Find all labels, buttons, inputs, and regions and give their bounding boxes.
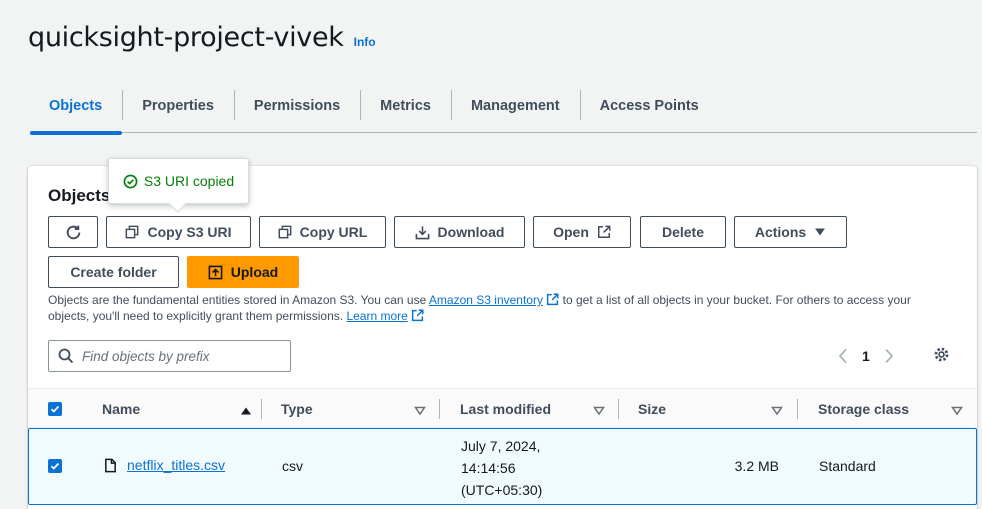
objects-panel: Objects S3 URI copied Copy S3 URI Copy U… — [28, 158, 977, 509]
open-label: Open — [553, 224, 589, 240]
file-icon — [104, 458, 117, 473]
copy-url-label: Copy URL — [299, 224, 368, 240]
last-modified-cell: July 7, 2024, 14:14:56 (UTC+05:30) — [461, 438, 543, 498]
name-cell: netflix_titles.csv — [104, 457, 225, 473]
create-folder-button[interactable]: Create folder — [48, 256, 179, 288]
size-cell: 3.2 MB — [734, 458, 779, 474]
column-name[interactable]: Name — [102, 389, 252, 429]
search-icon — [58, 348, 74, 364]
bucket-header: quicksight-project-vivek Info — [28, 22, 376, 53]
pagination: 1 — [838, 344, 894, 368]
upload-button[interactable]: Upload — [187, 256, 299, 288]
actions-dropdown[interactable]: Actions — [734, 216, 847, 248]
copy-icon — [278, 225, 292, 239]
copied-tooltip: S3 URI copied — [108, 158, 249, 204]
select-all-checkbox[interactable] — [48, 402, 62, 416]
download-icon — [415, 225, 430, 240]
column-divider — [797, 399, 798, 419]
external-link-icon — [597, 225, 611, 239]
copy-url-button[interactable]: Copy URL — [259, 216, 386, 248]
tab-objects[interactable]: Objects — [30, 80, 123, 135]
tab-management[interactable]: Management — [450, 80, 580, 133]
actions-label: Actions — [754, 224, 807, 240]
refresh-icon — [65, 224, 82, 241]
search-input[interactable] — [82, 348, 272, 364]
column-storage-class[interactable]: Storage class — [818, 389, 963, 429]
copy-s3-uri-label: Copy S3 URI — [147, 224, 232, 240]
sort-icon — [593, 403, 605, 419]
open-button[interactable]: Open — [533, 216, 631, 248]
column-size[interactable]: Size — [638, 389, 783, 429]
chevron-left-icon[interactable] — [838, 348, 848, 364]
copy-icon — [125, 225, 139, 239]
check-circle-icon — [123, 174, 138, 189]
upload-label: Upload — [230, 264, 279, 280]
caret-down-icon — [814, 227, 826, 237]
sort-icon — [771, 403, 783, 419]
refresh-button[interactable] — [48, 216, 98, 248]
column-divider — [439, 399, 440, 419]
create-folder-label: Create folder — [70, 264, 157, 280]
tab-bar: Objects Properties Permissions Metrics M… — [30, 80, 977, 135]
tooltip-text: S3 URI copied — [143, 173, 235, 189]
table-header: Name Type Last modified Size Storage cla… — [28, 388, 977, 428]
storage-class-cell: Standard — [819, 458, 876, 474]
external-link-icon — [411, 309, 424, 322]
select-all-cell — [48, 389, 62, 429]
download-button[interactable]: Download — [394, 216, 525, 248]
upload-icon — [208, 265, 223, 280]
current-page[interactable]: 1 — [862, 348, 870, 364]
external-link-icon — [546, 293, 559, 306]
column-last-modified[interactable]: Last modified — [460, 389, 605, 429]
delete-button[interactable]: Delete — [640, 216, 726, 248]
sort-icon — [414, 403, 426, 419]
search-field — [48, 340, 291, 372]
tab-access-points[interactable]: Access Points — [579, 80, 719, 133]
learn-more-link[interactable]: Learn more — [346, 309, 407, 323]
file-name-link[interactable]: netflix_titles.csv — [127, 457, 225, 473]
panel-title: Objects — [48, 186, 111, 205]
tab-metrics[interactable]: Metrics — [360, 80, 451, 133]
info-link[interactable]: Info — [354, 35, 376, 49]
type-cell: csv — [282, 458, 303, 474]
tab-permissions[interactable]: Permissions — [233, 80, 360, 133]
table-row[interactable]: netflix_titles.csv csv July 7, 2024, 14:… — [28, 428, 977, 505]
tab-properties[interactable]: Properties — [122, 80, 234, 133]
page-title: quicksight-project-vivek — [28, 22, 344, 53]
s3-inventory-link[interactable]: Amazon S3 inventory — [429, 293, 543, 307]
objects-description: Objects are the fundamental entities sto… — [48, 293, 911, 323]
download-label: Download — [437, 224, 505, 240]
sort-icon — [951, 403, 963, 419]
sort-ascending-icon — [240, 403, 252, 419]
column-divider — [618, 399, 619, 419]
column-type[interactable]: Type — [281, 389, 426, 429]
gear-icon[interactable] — [933, 346, 950, 363]
chevron-right-icon[interactable] — [884, 348, 894, 364]
row-checkbox-cell — [48, 459, 62, 473]
copy-s3-uri-button[interactable]: Copy S3 URI — [106, 216, 251, 248]
row-checkbox[interactable] — [48, 459, 62, 473]
column-divider — [261, 399, 262, 419]
delete-label: Delete — [661, 224, 705, 240]
